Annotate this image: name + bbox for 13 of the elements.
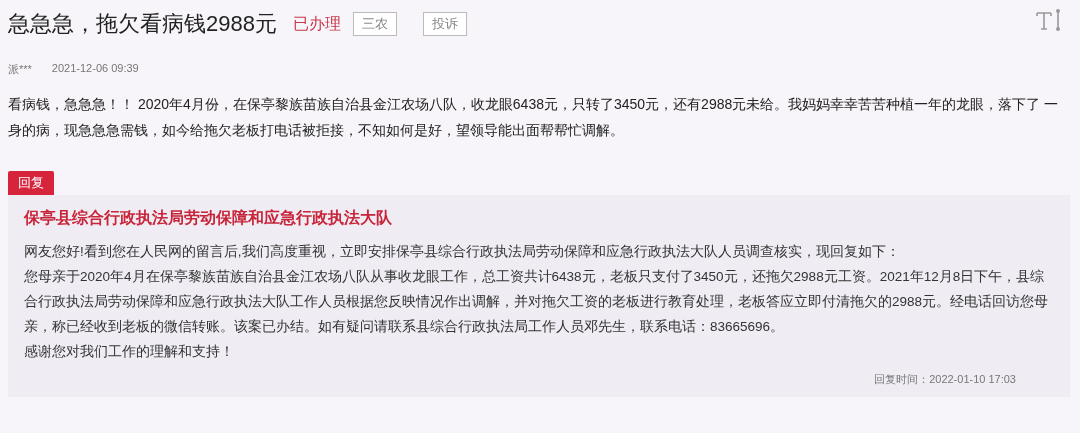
author-name: 派*** [8, 62, 32, 77]
reply-time: 回复时间：2022-01-10 17:03 [874, 373, 1016, 385]
reply-paragraph: 感谢您对我们工作的理解和支持！ [24, 343, 235, 361]
reply-label: 回复 [8, 171, 54, 195]
tag-button[interactable]: 投诉 [422, 12, 467, 36]
post-title: 急急急，拖欠看病钱2988元 [8, 10, 277, 38]
post-time: 2021-12-06 09:39 [51, 62, 139, 76]
department-name: 保亭县综合行政执法局劳动保障和应急行政执法大队 [24, 208, 393, 228]
status-label: 已办理 [292, 13, 341, 34]
tag-button[interactable]: 三农 [352, 12, 397, 36]
reply-paragraph: 您母亲于2020年4月在保亭黎族苗族自治县金江农场八队从事收龙眼工作，总工资共计6438元，老板只支付了3450元，还拖欠2988元工资。2021年12月8日下午，县综合行政执法局劳动保障和应急行政执法大队工作人员根据您反映情况作出调解，并对拖欠工资的老板进行教育处理，老板答应立即付清拖欠的2988元。经电话回访您母亲，称已经收到老板的微信转账。该案已办结。如有疑问请联系县综合行政执法局工作人员邓先生，联系电话：83665696。 [24, 268, 1050, 336]
reply-paragraph: 网友您好!看到您在人民网的留言后,我们高度重视，立即安排保亭县综合行政执法局劳动保障和应急行政执法大队人员调查核实，现回复如下： [24, 243, 901, 261]
post-body: 看病钱，急急急！！ 2020年4月份，在保亭黎族苗族自治县金江农场八队，收龙眼6438元，只转了3450元，还有2988元未给。我妈妈幸幸苦苦种植一年的龙眼，落下了 一身的病，现急急急需钱，如今给拖欠老板打电话被拒接，不知如何是好，望领导能出面帮帮忙调解。 [8, 95, 1060, 140]
